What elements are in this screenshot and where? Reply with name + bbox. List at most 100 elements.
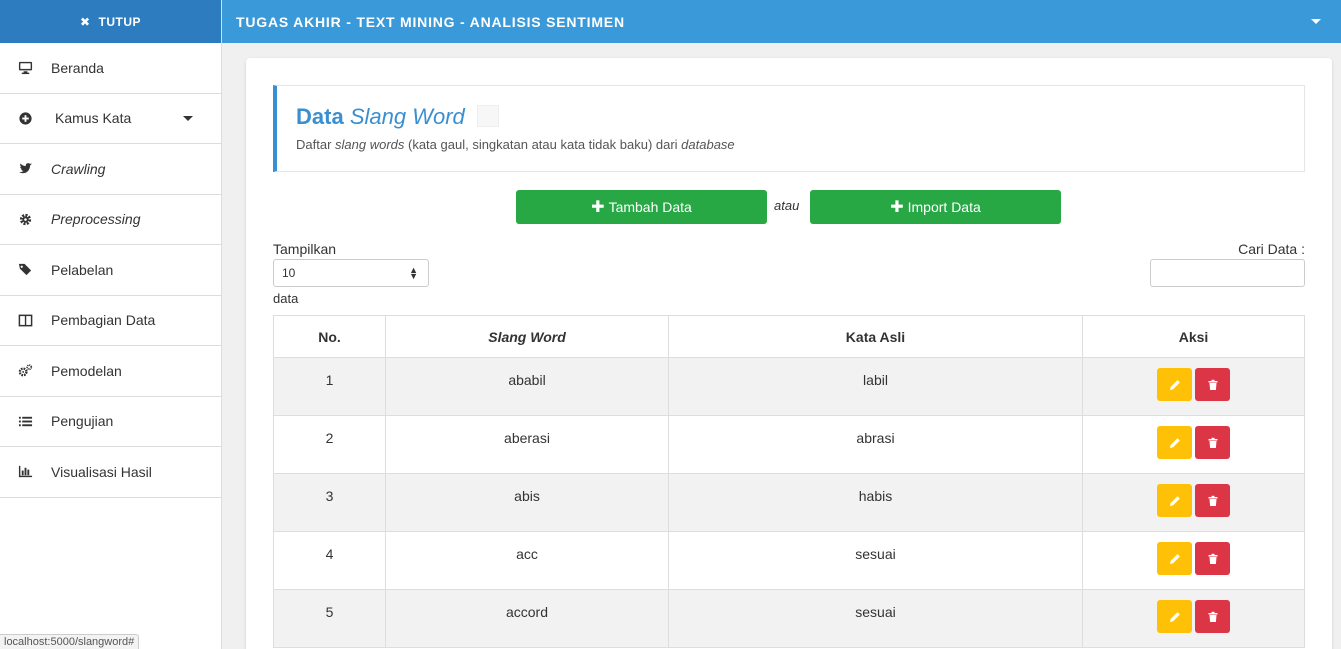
import-data-label: Import Data <box>907 199 981 215</box>
page-size-value: 10 <box>282 266 296 280</box>
table-header-row: No. Slang Word Kata Asli Aksi <box>273 315 1305 358</box>
cell-slang-word: ababil <box>385 357 669 416</box>
cell-slang-word: abis <box>385 473 669 532</box>
delete-button[interactable] <box>1195 484 1230 517</box>
cell-kata-asli: sesuai <box>668 589 1083 648</box>
table-row: 5 accord sesuai <box>273 589 1305 648</box>
cell-no: 1 <box>273 357 386 416</box>
tags-icon <box>17 262 33 278</box>
column-header-slang-word[interactable]: Slang Word <box>385 315 669 358</box>
twitter-icon <box>17 161 33 177</box>
trash-icon <box>1208 611 1217 622</box>
page-title-bold: Data <box>296 104 344 129</box>
bar-chart-icon <box>17 464 33 480</box>
plus-circle-icon <box>17 110 33 126</box>
table-row: 2 aberasi abrasi <box>273 415 1305 474</box>
subtitle-italic: slang words <box>335 137 405 152</box>
cell-aksi <box>1082 357 1305 416</box>
plus-icon: ✚ <box>890 199 904 216</box>
sidebar-item-label: Visualisasi Hasil <box>51 463 152 480</box>
cell-kata-asli: sesuai <box>668 531 1083 590</box>
column-header-kata-asli[interactable]: Kata Asli <box>668 315 1083 358</box>
cell-aksi <box>1082 415 1305 474</box>
trash-icon <box>1208 437 1217 448</box>
show-label: Tampilkan <box>273 241 337 257</box>
plus-icon: ✚ <box>591 199 605 216</box>
page-header: Data Slang Word Daftar slang words (kata… <box>273 85 1305 172</box>
add-data-button[interactable]: ✚ Tambah Data <box>516 190 767 224</box>
columns-icon <box>17 312 33 328</box>
or-label: atau <box>774 198 800 213</box>
gears-icon <box>17 363 33 379</box>
app-title: TUGAS AKHIR - TEXT MINING - ANALISIS SEN… <box>236 13 625 30</box>
cell-kata-asli: habis <box>668 473 1083 532</box>
sidebar-close-button[interactable]: ✖ TUTUP <box>0 0 221 43</box>
sidebar-item-preprocessing[interactable]: Preprocessing <box>0 195 221 245</box>
page-title: Data Slang Word <box>296 104 499 130</box>
trash-icon <box>1208 553 1217 564</box>
search-label: Cari Data : <box>1238 241 1305 257</box>
sidebar: ✖ TUTUP Beranda Kamus Kata Crawling Prep… <box>0 0 222 649</box>
sidebar-item-pengujian[interactable]: Pengujian <box>0 397 221 447</box>
trash-icon <box>1208 495 1217 506</box>
sidebar-item-kamus-kata[interactable]: Kamus Kata <box>0 94 221 144</box>
image-placeholder-icon <box>476 105 499 127</box>
edit-button[interactable] <box>1157 600 1192 633</box>
edit-button[interactable] <box>1157 484 1192 517</box>
cell-aksi <box>1082 531 1305 590</box>
subtitle-italic: database <box>681 137 735 152</box>
pencil-icon <box>1169 437 1180 448</box>
edit-button[interactable] <box>1157 368 1192 401</box>
list-icon <box>17 413 33 429</box>
cell-kata-asli: abrasi <box>668 415 1083 474</box>
trash-icon <box>1208 379 1217 390</box>
sidebar-item-label: Pengujian <box>51 413 114 430</box>
delete-button[interactable] <box>1195 368 1230 401</box>
sidebar-item-label: Kamus Kata <box>55 110 132 127</box>
table-row: 4 acc sesuai <box>273 531 1305 590</box>
delete-button[interactable] <box>1195 600 1230 633</box>
delete-button[interactable] <box>1195 426 1230 459</box>
sidebar-item-crawling[interactable]: Crawling <box>0 144 221 195</box>
cell-slang-word: aberasi <box>385 415 669 474</box>
subtitle-text: Daftar <box>296 137 336 152</box>
sidebar-item-label: Pembagian Data <box>51 312 156 329</box>
delete-button[interactable] <box>1195 542 1230 575</box>
column-header-aksi: Aksi <box>1082 315 1305 358</box>
sidebar-item-label: Pelabelan <box>51 261 114 278</box>
cell-kata-asli: labil <box>668 357 1083 416</box>
add-data-label: Tambah Data <box>608 199 692 215</box>
table-row: 3 abis habis <box>273 473 1305 532</box>
sidebar-close-label: TUTUP <box>98 14 142 29</box>
slang-word-table: No. Slang Word Kata Asli Aksi 1 ababil l… <box>273 315 1305 648</box>
cell-aksi <box>1082 589 1305 648</box>
subtitle-text: (kata gaul, singkatan atau kata tidak ba… <box>404 137 682 152</box>
pencil-icon <box>1169 495 1180 506</box>
pencil-icon <box>1169 553 1180 564</box>
pencil-icon <box>1169 379 1180 390</box>
cell-no: 2 <box>273 415 386 474</box>
sidebar-item-pemodelan[interactable]: Pemodelan <box>0 346 221 397</box>
chevron-down-icon[interactable] <box>1311 19 1321 24</box>
sidebar-item-visualisasi-hasil[interactable]: Visualisasi Hasil <box>0 447 221 498</box>
page-subtitle: Daftar slang words (kata gaul, singkatan… <box>296 137 735 152</box>
sidebar-item-pelabelan[interactable]: Pelabelan <box>0 245 221 296</box>
search-input[interactable] <box>1150 259 1305 287</box>
sidebar-item-pembagian-data[interactable]: Pembagian Data <box>0 296 221 346</box>
cell-no: 5 <box>273 589 386 648</box>
gear-icon <box>17 211 33 227</box>
data-label: data <box>273 291 299 306</box>
column-header-no[interactable]: No. <box>273 315 386 358</box>
page-size-select[interactable]: 10 ▲ ▼ <box>273 259 429 287</box>
import-data-button[interactable]: ✚ Import Data <box>810 190 1061 224</box>
sidebar-item-beranda[interactable]: Beranda <box>0 43 221 94</box>
cell-slang-word: accord <box>385 589 669 648</box>
chevron-down-icon <box>183 115 193 121</box>
pencil-icon <box>1169 611 1180 622</box>
cell-no: 3 <box>273 473 386 532</box>
desktop-icon <box>17 60 33 76</box>
close-icon: ✖ <box>79 14 91 29</box>
edit-button[interactable] <box>1157 426 1192 459</box>
edit-button[interactable] <box>1157 542 1192 575</box>
sidebar-item-label: Crawling <box>51 160 106 177</box>
